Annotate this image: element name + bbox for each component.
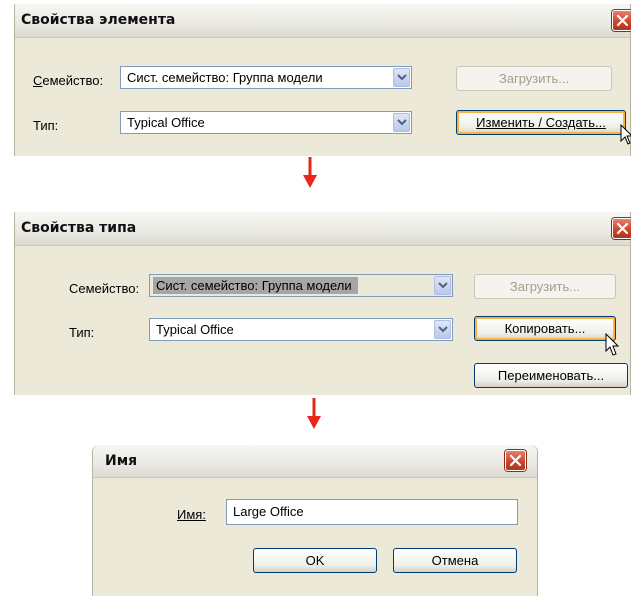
- arrow-down-icon: [307, 398, 321, 429]
- edit-create-button[interactable]: Изменить / Создать...: [456, 110, 626, 135]
- name-label: Имя:: [177, 507, 206, 522]
- family-combobox[interactable]: Сист. семейство: Группа модели: [120, 66, 412, 89]
- name-input[interactable]: Large Office: [226, 499, 518, 525]
- close-button[interactable]: [612, 10, 631, 31]
- dialog-title: Имя: [105, 453, 138, 469]
- name-label-text: Имя:: [177, 507, 206, 522]
- type-combobox[interactable]: Typical Office: [149, 318, 453, 341]
- mouse-cursor-icon: [620, 124, 631, 145]
- arrow-down-icon: [303, 157, 317, 188]
- type-value: Typical Office: [156, 322, 234, 337]
- type-value: Typical Office: [127, 115, 205, 130]
- family-combobox[interactable]: Сист. семейство: Группа модели: [149, 274, 453, 297]
- close-button[interactable]: [505, 450, 526, 471]
- ok-button[interactable]: OK: [253, 548, 377, 573]
- chevron-down-icon: [397, 74, 407, 81]
- load-button[interactable]: Загрузить...: [456, 66, 612, 91]
- dropdown-button[interactable]: [434, 276, 451, 295]
- close-icon: [616, 222, 629, 235]
- title-bar: Свойства элемента: [15, 4, 631, 38]
- dialog-title: Свойства типа: [21, 220, 137, 236]
- name-dialog: Имя Имя: Large Office OK Отмена: [92, 445, 538, 596]
- dropdown-button[interactable]: [393, 68, 410, 87]
- close-button[interactable]: [612, 218, 631, 239]
- cancel-button[interactable]: Отмена: [393, 548, 517, 573]
- close-icon: [509, 454, 522, 467]
- family-value: Сист. семейство: Группа модели: [153, 277, 358, 294]
- title-bar: Свойства типа: [15, 212, 631, 246]
- rename-button[interactable]: Переименовать...: [474, 363, 628, 388]
- type-label: Тип:: [69, 325, 95, 340]
- mouse-cursor-icon: [605, 333, 619, 356]
- type-label: Тип:: [33, 118, 59, 133]
- chevron-down-icon: [438, 282, 448, 289]
- dropdown-button[interactable]: [434, 320, 451, 339]
- copy-button[interactable]: Копировать...: [474, 316, 616, 341]
- family-label: Семейство:: [33, 73, 104, 88]
- dropdown-button[interactable]: [393, 113, 410, 132]
- element-properties-dialog: Свойства элемента Семейство: Сист. семей…: [14, 4, 631, 156]
- type-properties-dialog: Свойства типа Семейство: Сист. семейство…: [14, 212, 631, 395]
- dialog-title: Свойства элемента: [21, 12, 176, 28]
- title-bar: Имя: [93, 445, 537, 478]
- type-combobox[interactable]: Typical Office: [120, 111, 412, 134]
- family-value: Сист. семейство: Группа модели: [127, 70, 323, 85]
- family-label-text: емейство:: [42, 73, 104, 88]
- name-value: Large Office: [233, 504, 304, 519]
- close-icon: [616, 14, 629, 27]
- family-label: Семейство:: [69, 281, 140, 296]
- chevron-down-icon: [438, 326, 448, 333]
- load-button[interactable]: Загрузить...: [474, 274, 616, 299]
- chevron-down-icon: [397, 119, 407, 126]
